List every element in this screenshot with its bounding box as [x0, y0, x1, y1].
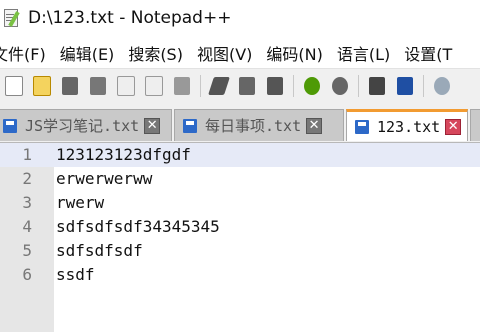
line-text[interactable]: sdfsdfsdf — [56, 239, 143, 263]
find-icon[interactable] — [365, 74, 389, 98]
line-text[interactable]: 123123123dfgdf — [56, 143, 191, 167]
toolbar-separator — [358, 75, 359, 97]
zoom-in-icon[interactable] — [430, 74, 454, 98]
line-text[interactable]: ssdf — [56, 263, 95, 287]
line-number: 3 — [22, 193, 32, 212]
tab-123[interactable]: 123.txt ✕ — [346, 109, 468, 141]
save-icon — [3, 118, 17, 133]
line-number: 4 — [22, 217, 32, 236]
editor-line[interactable]: 5 sdfsdfsdf — [0, 239, 480, 263]
copy-icon[interactable] — [235, 74, 259, 98]
tab-label: 123.txt — [377, 117, 441, 136]
paste-icon[interactable] — [263, 74, 287, 98]
editor-line[interactable]: 3 rwerw — [0, 191, 480, 215]
new-file-icon[interactable] — [2, 74, 26, 98]
line-text[interactable]: rwerw — [56, 191, 104, 215]
print-icon[interactable] — [170, 74, 194, 98]
toolbar-separator — [200, 75, 201, 97]
tab-js-notes[interactable]: JS学习笔记.txt ✕ — [0, 109, 172, 141]
line-text[interactable]: erwerwerww — [56, 167, 152, 191]
line-number: 2 — [22, 169, 32, 188]
undo-icon[interactable] — [300, 74, 324, 98]
tab-label: 每日事项.txt — [205, 117, 302, 135]
close-icon[interactable]: ✕ — [306, 117, 323, 134]
save-icon — [183, 118, 197, 133]
redo-icon[interactable] — [328, 74, 352, 98]
menu-bar: 文件(F) 编辑(E) 搜索(S) 视图(V) 编码(N) 语言(L) 设置(T — [0, 38, 480, 68]
menu-encoding[interactable]: 编码(N) — [259, 41, 329, 65]
editor-line[interactable]: 2 erwerwerww — [0, 167, 480, 191]
menu-search[interactable]: 搜索(S) — [121, 41, 190, 65]
close-all-icon[interactable] — [142, 74, 166, 98]
save-all-icon[interactable] — [86, 74, 110, 98]
line-number: 6 — [22, 265, 32, 284]
menu-view[interactable]: 视图(V) — [190, 41, 259, 65]
toolbar-separator — [423, 75, 424, 97]
save-icon[interactable] — [58, 74, 82, 98]
save-icon — [355, 119, 369, 134]
open-file-icon[interactable] — [30, 74, 54, 98]
editor-line[interactable]: 1 123123123dfgdf — [0, 143, 480, 167]
toolbar — [0, 68, 480, 104]
cut-icon[interactable] — [207, 74, 231, 98]
line-text[interactable]: sdfsdfsdf34345345 — [56, 215, 220, 239]
text-editor[interactable]: 1 123123123dfgdf 2 erwerwerww 3 rwerw 4 … — [0, 143, 480, 332]
line-number: 1 — [22, 145, 32, 164]
close-icon[interactable]: ✕ — [445, 118, 462, 135]
close-icon[interactable] — [114, 74, 138, 98]
menu-edit[interactable]: 编辑(E) — [53, 41, 122, 65]
editor-line[interactable]: 6 ssdf — [0, 263, 480, 287]
tab-label: JS学习笔记.txt — [25, 117, 140, 135]
notepad-plus-plus-icon — [2, 8, 20, 28]
replace-icon[interactable] — [393, 74, 417, 98]
editor-line[interactable]: 4 sdfsdfsdf34345345 — [0, 215, 480, 239]
toolbar-separator — [293, 75, 294, 97]
tab-bar: JS学习笔记.txt ✕ 每日事项.txt ✕ 123.txt ✕ — [0, 103, 480, 143]
window-title: D:\123.txt - Notepad++ — [28, 8, 232, 28]
close-icon[interactable]: ✕ — [144, 117, 161, 134]
tab-overflow[interactable] — [470, 109, 480, 141]
menu-settings[interactable]: 设置(T — [397, 41, 459, 65]
title-bar: D:\123.txt - Notepad++ — [0, 0, 480, 36]
menu-file[interactable]: 文件(F) — [0, 41, 53, 65]
menu-language[interactable]: 语言(L) — [330, 41, 397, 65]
line-number: 5 — [22, 241, 32, 260]
tab-daily-items[interactable]: 每日事项.txt ✕ — [174, 109, 344, 141]
